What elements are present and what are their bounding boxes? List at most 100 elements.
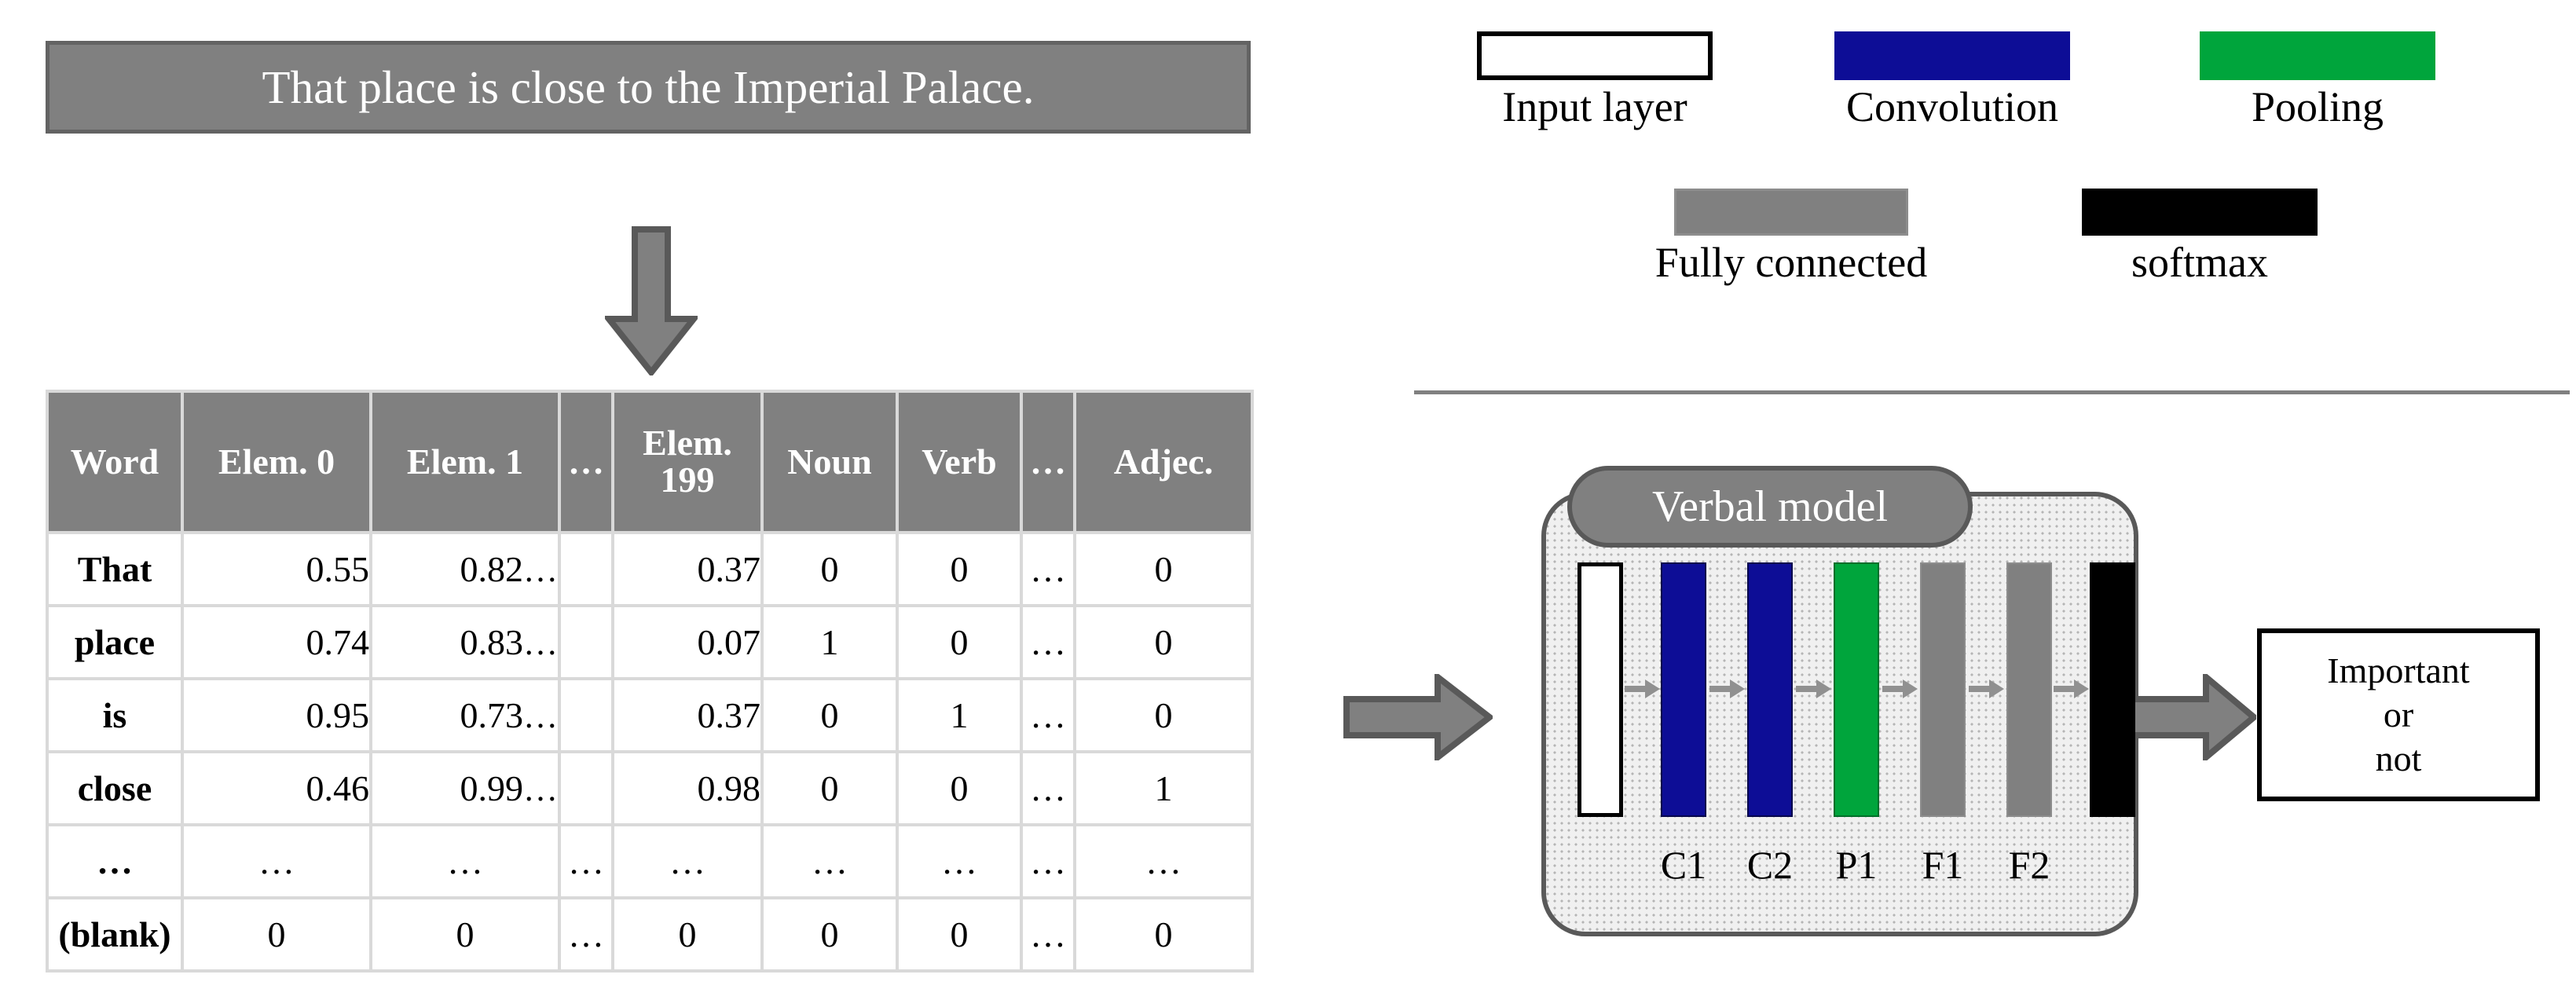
cell-noun: 0 bbox=[760, 531, 899, 607]
flow-arrow-icon bbox=[2054, 677, 2090, 701]
cell-verb: … bbox=[896, 823, 1023, 899]
word-feature-table: Word Elem. 0 Elem. 1 … Elem. 199 Noun Ve… bbox=[46, 390, 1254, 973]
cell-elem0: … bbox=[181, 823, 372, 899]
legend-item-convolution: Convolution bbox=[1823, 31, 2082, 130]
cell-noun: 0 bbox=[760, 750, 899, 826]
cell-adjec: 1 bbox=[1073, 750, 1254, 826]
col-header-dots-2: … bbox=[1020, 390, 1076, 534]
table-header-row: Word Elem. 0 Elem. 1 … Elem. 199 Noun Ve… bbox=[46, 390, 1254, 534]
cell-dots-2: … bbox=[1020, 896, 1076, 973]
cell-elem1-value: 0.82 bbox=[460, 549, 524, 589]
input-sentence-text: That place is close to the Imperial Pala… bbox=[262, 60, 1035, 113]
legend-divider bbox=[1414, 390, 2570, 394]
model-layer-label-c2: C2 bbox=[1746, 843, 1794, 887]
legend: Input layer Convolution Pooling Fully co… bbox=[1406, 31, 2576, 346]
col-header-adjec: Adjec. bbox=[1073, 390, 1254, 534]
col-header-word: Word bbox=[46, 390, 184, 534]
cell-dots-1: … bbox=[558, 896, 614, 973]
cell-elem1-ellipsis: … bbox=[523, 624, 558, 662]
cell-noun: 1 bbox=[760, 604, 899, 680]
cell-dots-1: … bbox=[558, 823, 614, 899]
input-layer-swatch bbox=[1477, 31, 1713, 80]
model-layer-c2 bbox=[1747, 562, 1793, 817]
result-line-not: not bbox=[2375, 738, 2422, 779]
cell-verb: 0 bbox=[896, 896, 1023, 973]
cell-elem199: 0.07 bbox=[611, 604, 764, 680]
flow-arrow-icon bbox=[1709, 677, 1746, 701]
model-layer-label-f2: F2 bbox=[2008, 843, 2050, 887]
table-row: … … … … … … … … … bbox=[46, 823, 1254, 899]
softmax-swatch bbox=[2082, 189, 2318, 236]
model-layer-input bbox=[1577, 562, 1623, 817]
legend-item-input-layer: Input layer bbox=[1469, 31, 1720, 130]
model-layer-f2 bbox=[2006, 562, 2052, 817]
model-layer-label-p1: P1 bbox=[1835, 843, 1878, 887]
convolution-swatch bbox=[1834, 31, 2070, 80]
flow-arrow-icon bbox=[1796, 677, 1832, 701]
cell-elem1: 0.83… bbox=[369, 604, 561, 680]
verbal-model-title: Verbal model bbox=[1651, 482, 1889, 531]
model-layer-label-f1: F1 bbox=[1922, 843, 1964, 887]
cell-verb: 0 bbox=[896, 750, 1023, 826]
flow-arrow-icon bbox=[1625, 677, 1661, 701]
cell-elem1: 0.82… bbox=[369, 531, 561, 607]
model-layer-label-c1: C1 bbox=[1660, 843, 1707, 887]
cell-noun: 0 bbox=[760, 677, 899, 753]
cell-elem0: 0.95 bbox=[181, 677, 372, 753]
cell-elem199: 0.37 bbox=[611, 531, 764, 607]
cell-dots-2: … bbox=[1020, 750, 1076, 826]
cell-elem1-value: 0.83 bbox=[460, 622, 524, 662]
cell-elem1: 0.99… bbox=[369, 750, 561, 826]
cell-elem199: 0.37 bbox=[611, 677, 764, 753]
cell-word: place bbox=[46, 604, 184, 680]
cell-elem1: 0.73… bbox=[369, 677, 561, 753]
cell-elem1: … bbox=[369, 823, 561, 899]
pooling-swatch bbox=[2200, 31, 2435, 80]
legend-label-input-layer: Input layer bbox=[1502, 83, 1687, 130]
table-row: close 0.46 0.99… 0.98 0 0 … 1 bbox=[46, 750, 1254, 826]
cell-adjec: 0 bbox=[1073, 604, 1254, 680]
cell-word: is bbox=[46, 677, 184, 753]
cell-dots-2: … bbox=[1020, 677, 1076, 753]
cell-dots-1 bbox=[558, 750, 614, 826]
cell-dots-1 bbox=[558, 531, 614, 607]
cell-elem0: 0.46 bbox=[181, 750, 372, 826]
cell-elem199: … bbox=[611, 823, 764, 899]
col-header-noun: Noun bbox=[760, 390, 899, 534]
col-header-verb: Verb bbox=[896, 390, 1023, 534]
cell-elem0: 0 bbox=[181, 896, 372, 973]
cell-elem1-ellipsis: … bbox=[523, 697, 558, 735]
cell-elem1-value: 0.73 bbox=[460, 695, 524, 735]
table-row: is 0.95 0.73… 0.37 0 1 … 0 bbox=[46, 677, 1254, 753]
cell-adjec: 0 bbox=[1073, 677, 1254, 753]
flow-arrow-icon bbox=[1882, 677, 1918, 701]
model-layer-c1 bbox=[1661, 562, 1706, 817]
cell-elem199: 0 bbox=[611, 896, 764, 973]
cell-noun: … bbox=[760, 823, 899, 899]
cell-elem1-ellipsis: … bbox=[523, 770, 558, 808]
output-arrow-icon bbox=[2127, 670, 2259, 764]
legend-label-softmax: softmax bbox=[2131, 239, 2268, 286]
col-header-elem199: Elem. 199 bbox=[611, 390, 764, 534]
legend-item-pooling: Pooling bbox=[2192, 31, 2443, 130]
model-layer-f1 bbox=[1920, 562, 1966, 817]
cell-elem0: 0.55 bbox=[181, 531, 372, 607]
col-header-dots-1: … bbox=[558, 390, 614, 534]
cell-elem199: 0.98 bbox=[611, 750, 764, 826]
model-layer-p1 bbox=[1834, 562, 1879, 817]
cell-word: That bbox=[46, 531, 184, 607]
table-row: (blank) 0 0 … 0 0 0 … 0 bbox=[46, 896, 1254, 973]
model-layer-softmax bbox=[2090, 562, 2135, 817]
cell-adjec: … bbox=[1073, 823, 1254, 899]
flow-arrow-icon bbox=[1969, 677, 2005, 701]
table-row: That 0.55 0.82… 0.37 0 0 … 0 bbox=[46, 531, 1254, 607]
input-sentence-box: That place is close to the Imperial Pala… bbox=[46, 41, 1251, 134]
col-header-elem0: Elem. 0 bbox=[181, 390, 372, 534]
legend-label-convolution: Convolution bbox=[1845, 83, 2059, 130]
cell-elem0: 0.74 bbox=[181, 604, 372, 680]
cell-word: close bbox=[46, 750, 184, 826]
result-line-or: or bbox=[2383, 694, 2414, 734]
cell-dots-1 bbox=[558, 677, 614, 753]
table-row: place 0.74 0.83… 0.07 1 0 … 0 bbox=[46, 604, 1254, 680]
result-box: Important or not bbox=[2257, 628, 2540, 801]
